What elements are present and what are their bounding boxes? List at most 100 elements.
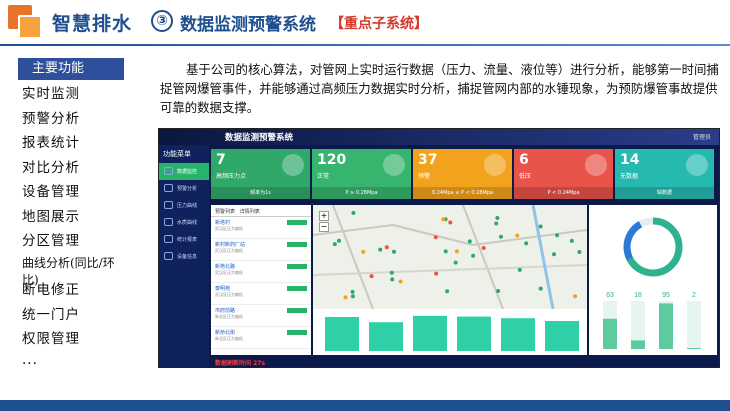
- status-badge: [287, 242, 307, 247]
- menu-item[interactable]: 压力曲线: [159, 197, 209, 214]
- right-stats-svg: 63 18 95 2: [603, 217, 701, 349]
- sidebar-item[interactable]: 地图展示: [18, 205, 128, 230]
- status-badge: [287, 264, 307, 269]
- stat-card[interactable]: 6 低压 P < 0.24Mpa: [514, 149, 613, 199]
- sidebar-item[interactable]: 设备管理: [18, 180, 128, 205]
- vbar-fill: [687, 348, 701, 349]
- radiation-icon: [484, 154, 506, 176]
- monitor-point: [454, 249, 459, 254]
- monitor-point: [337, 238, 341, 243]
- menu-item[interactable]: 设备信息: [159, 248, 209, 265]
- list-item[interactable]: 新村新药厂站 武汉区压力偏低: [211, 239, 311, 261]
- arrow-up-icon: [383, 154, 405, 176]
- sidebar-item[interactable]: 权限管理: [18, 327, 128, 352]
- monitor-point: [515, 233, 520, 238]
- monitor-point: [441, 217, 446, 222]
- monitor-point: [398, 279, 403, 284]
- monitor-point: [384, 245, 389, 250]
- bar-chart-svg: [325, 315, 579, 351]
- sidebar-item[interactable]: 实时监测: [18, 82, 128, 107]
- sidebar-item[interactable]: 预警分析: [18, 107, 128, 132]
- monitor-point: [538, 224, 543, 229]
- screenshot-menu: 功能菜单 数据监控 预警分析 压力曲线 水质曲线 统计报表 设备信息: [159, 145, 209, 367]
- menu-item[interactable]: 统计报表: [159, 231, 209, 248]
- list-tabs: 预警列表 详情列表: [211, 205, 311, 217]
- zoom-out-button[interactable]: −: [319, 222, 329, 232]
- monitor-point: [389, 270, 394, 275]
- list-item[interactable]: 市府前路 新北区压力偏低: [211, 305, 311, 327]
- monitor-point: [517, 267, 522, 272]
- sidebar: 主要功能 实时监测 预警分析 报表统计 对比分析 设备管理 地图展示 分区管理 …: [18, 58, 128, 376]
- monitor-point: [569, 238, 574, 243]
- description-text: 基于公司的核心算法，对管网上实时运行数据（压力、流量、液位等）进行分析，能够第一…: [160, 62, 719, 115]
- monitor-point: [445, 289, 450, 294]
- menu-item-icon: [164, 167, 173, 175]
- stat-card[interactable]: 14 无数据 缺数据: [615, 149, 714, 199]
- monitor-point: [350, 294, 355, 299]
- tab-alarms[interactable]: 预警列表: [215, 209, 235, 215]
- monitor-point: [351, 210, 356, 215]
- monitor-point: [555, 233, 560, 238]
- list-item[interactable]: 新苑北路 武汉区压力偏低: [211, 261, 311, 283]
- stat-card[interactable]: 7 高频压力点 频率为1s: [211, 149, 310, 199]
- vbar-fill: [603, 318, 617, 349]
- menu-item[interactable]: 预警分析: [159, 180, 209, 197]
- arrow-down-icon: [585, 154, 607, 176]
- arrow-up-icon: [282, 154, 304, 176]
- vbar-value: 95: [662, 292, 670, 299]
- chart-bar: [501, 318, 535, 351]
- page-title: 智慧排水: [52, 13, 133, 35]
- status-badge: [287, 286, 307, 291]
- sidebar-item[interactable]: 断电修正: [18, 278, 128, 303]
- monitor-point: [524, 241, 529, 246]
- menu-header: 功能菜单: [163, 150, 191, 158]
- monitor-point: [573, 294, 578, 299]
- monitor-point: [433, 235, 438, 240]
- chart-bar: [545, 321, 579, 351]
- sidebar-item[interactable]: 曲线分析(同比/环比): [18, 254, 128, 287]
- monitor-point: [434, 271, 439, 276]
- monitor-point: [343, 295, 348, 300]
- vbar-value: 18: [634, 292, 642, 299]
- stat-card[interactable]: 120 正常 P ≥ 0.28Mpa: [312, 149, 411, 199]
- monitor-point: [499, 234, 503, 239]
- screenshot-footer: 数据刷新时间 27s: [211, 357, 717, 367]
- screenshot-title: 数据监测预警系统: [225, 133, 294, 143]
- stat-card[interactable]: 37 预警 0.24Mpa ≤ P < 0.28Mpa: [413, 149, 512, 199]
- tab-details[interactable]: 详情列表: [240, 209, 260, 215]
- menu-item[interactable]: 水质曲线: [159, 214, 209, 231]
- menu-item[interactable]: 数据监控: [159, 163, 209, 180]
- monitor-point: [369, 274, 374, 279]
- monitor-point: [538, 286, 543, 291]
- chart-bar: [413, 315, 447, 351]
- monitor-point: [494, 221, 499, 226]
- list-item[interactable]: 新桥北街 新北区压力偏低: [211, 327, 311, 349]
- monitor-point: [552, 252, 556, 257]
- monitor-point: [390, 277, 395, 282]
- sidebar-item[interactable]: 报表统计: [18, 131, 128, 156]
- sidebar-active-item[interactable]: 主要功能: [18, 58, 124, 80]
- list-item[interactable]: 新塔村 武汉区压力偏低: [211, 217, 311, 239]
- list-item[interactable]: 泰明苑 武汉区压力偏低: [211, 283, 311, 305]
- sidebar-item[interactable]: 分区管理: [18, 229, 128, 254]
- footer-bar: [0, 400, 730, 411]
- logo-icon: [8, 5, 44, 41]
- header-divider: [0, 44, 730, 46]
- status-badge: [287, 330, 307, 335]
- vbar-fill: [659, 303, 673, 349]
- monitor-point: [467, 239, 472, 244]
- alarm-list-panel: 预警列表 详情列表 新塔村 武汉区压力偏低 新村新药厂站 武汉区压力偏低 新苑北路武…: [211, 205, 311, 355]
- menu-item-icon: [164, 218, 173, 226]
- screenshot-user[interactable]: 管理员: [693, 132, 711, 141]
- sidebar-item[interactable]: 统一门户: [18, 303, 128, 328]
- vbar-value: 63: [606, 292, 614, 299]
- sidebar-item[interactable]: 对比分析: [18, 156, 128, 181]
- right-stats-panel: 63 18 95 2: [589, 205, 717, 355]
- menu-item-icon: [164, 252, 173, 260]
- monitor-point: [577, 250, 582, 254]
- sidebar-item: ...: [22, 351, 38, 368]
- monitor-point: [481, 246, 486, 250]
- screenshot-titlebar: 数据监测预警系统 管理员: [159, 129, 719, 145]
- zoom-in-button[interactable]: +: [319, 211, 329, 221]
- page-tag: 【重点子系统】: [330, 16, 428, 32]
